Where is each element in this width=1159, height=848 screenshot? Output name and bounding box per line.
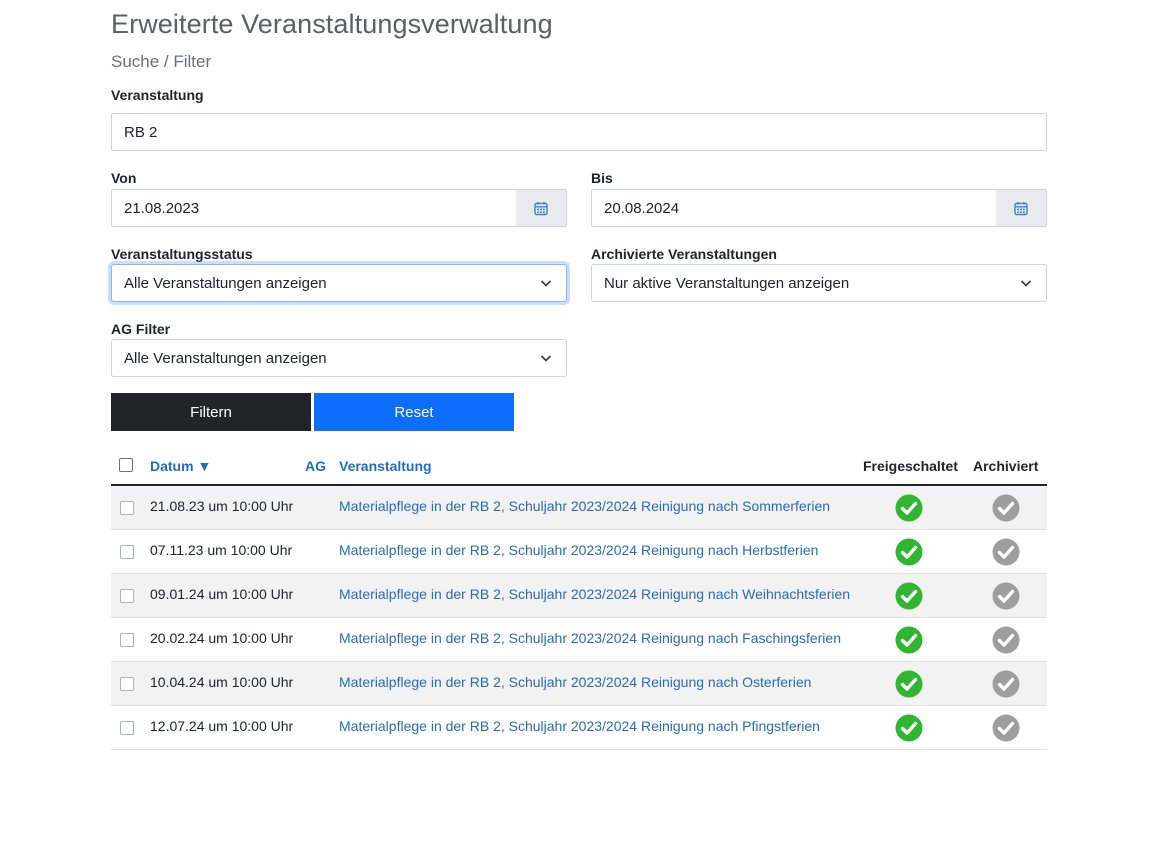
- table-row: 09.01.24 um 10:00 Uhr Materialpflege in d…: [111, 574, 1047, 618]
- table-body: 21.08.23 um 10:00 Uhr Materialpflege in d…: [111, 486, 1047, 750]
- row-archived-status: [992, 530, 1020, 574]
- check-circle-icon: [895, 626, 923, 654]
- to-date-input[interactable]: [591, 189, 997, 227]
- row-released-status: [895, 618, 923, 662]
- status-label: Veranstaltungsstatus: [111, 246, 253, 262]
- row-archived-status: [992, 574, 1020, 618]
- sort-by-event-header[interactable]: Veranstaltung: [339, 458, 432, 474]
- row-checkbox[interactable]: [120, 721, 134, 735]
- table-row: 20.02.24 um 10:00 Uhr Materialpflege in d…: [111, 618, 1047, 662]
- row-event-link[interactable]: Materialpflege in der RB 2, Schuljahr 20…: [339, 674, 811, 690]
- row-checkbox[interactable]: [120, 677, 134, 691]
- row-date: 12.07.24 um 10:00 Uhr: [150, 718, 294, 734]
- events-table: Datum ▼ AG Veranstaltung Freigeschaltet …: [111, 449, 1047, 750]
- status-select[interactable]: Alle Veranstaltungen anzeigen: [111, 264, 567, 302]
- event-label: Veranstaltung: [111, 87, 204, 103]
- row-archived-status: [992, 486, 1020, 530]
- table-row: 10.04.24 um 10:00 Uhr Materialpflege in d…: [111, 662, 1047, 706]
- to-date-label: Bis: [591, 170, 613, 186]
- check-circle-icon: [895, 582, 923, 610]
- check-circle-icon: [992, 538, 1020, 566]
- check-circle-icon: [992, 626, 1020, 654]
- check-circle-icon: [895, 494, 923, 522]
- calendar-icon: [1014, 201, 1028, 215]
- row-checkbox[interactable]: [120, 589, 134, 603]
- row-released-status: [895, 530, 923, 574]
- to-date-picker-button[interactable]: [996, 189, 1047, 227]
- row-released-status: [895, 574, 923, 618]
- row-event-link[interactable]: Materialpflege in der RB 2, Schuljahr 20…: [339, 718, 820, 734]
- row-checkbox[interactable]: [120, 501, 134, 515]
- ag-filter-label: AG Filter: [111, 321, 171, 337]
- row-event-link[interactable]: Materialpflege in der RB 2, Schuljahr 20…: [339, 586, 850, 602]
- table-row: 07.11.23 um 10:00 Uhr Materialpflege in d…: [111, 530, 1047, 574]
- row-date: 07.11.23 um 10:00 Uhr: [150, 542, 293, 558]
- row-date: 09.01.24 um 10:00 Uhr: [150, 586, 294, 602]
- released-header: Freigeschaltet: [863, 458, 958, 474]
- row-archived-status: [992, 618, 1020, 662]
- row-date: 20.02.24 um 10:00 Uhr: [150, 630, 294, 646]
- row-released-status: [895, 486, 923, 530]
- reset-button[interactable]: Reset: [314, 393, 514, 431]
- archived-label: Archivierte Veranstaltungen: [591, 246, 777, 262]
- from-date-label: Von: [111, 170, 137, 186]
- row-archived-status: [992, 706, 1020, 750]
- table-row: 12.07.24 um 10:00 Uhr Materialpflege in d…: [111, 706, 1047, 750]
- row-released-status: [895, 706, 923, 750]
- check-circle-icon: [992, 494, 1020, 522]
- status-select-value: Alle Veranstaltungen anzeigen: [124, 274, 327, 292]
- check-circle-icon: [992, 582, 1020, 610]
- archived-select[interactable]: Nur aktive Veranstaltungen anzeigen: [591, 264, 1047, 302]
- event-search-input[interactable]: [111, 113, 1047, 151]
- table-row: 21.08.23 um 10:00 Uhr Materialpflege in d…: [111, 486, 1047, 530]
- ag-filter-select-value: Alle Veranstaltungen anzeigen: [124, 349, 327, 367]
- ag-filter-select[interactable]: Alle Veranstaltungen anzeigen: [111, 339, 567, 377]
- row-date: 21.08.23 um 10:00 Uhr: [150, 498, 294, 514]
- chevron-down-icon: [1020, 280, 1032, 287]
- select-all-checkbox[interactable]: [119, 458, 133, 472]
- archived-header: Archiviert: [973, 458, 1039, 474]
- row-checkbox[interactable]: [120, 633, 134, 647]
- filter-button[interactable]: Filtern: [111, 393, 311, 431]
- check-circle-icon: [895, 538, 923, 566]
- archived-select-value: Nur aktive Veranstaltungen anzeigen: [604, 274, 850, 292]
- chevron-down-icon: [540, 355, 552, 362]
- check-circle-icon: [895, 670, 923, 698]
- row-archived-status: [992, 662, 1020, 706]
- row-event-link[interactable]: Materialpflege in der RB 2, Schuljahr 20…: [339, 498, 830, 514]
- table-header: Datum ▼ AG Veranstaltung Freigeschaltet …: [111, 449, 1047, 486]
- from-date-input[interactable]: [111, 189, 517, 227]
- check-circle-icon: [992, 714, 1020, 742]
- check-circle-icon: [992, 670, 1020, 698]
- page-subtitle: Suche / Filter: [111, 52, 212, 71]
- check-circle-icon: [895, 714, 923, 742]
- page-title: Erweiterte Veranstaltungsverwaltung: [111, 9, 553, 39]
- sort-by-ag-header[interactable]: AG: [305, 458, 326, 474]
- sort-by-date-header[interactable]: Datum ▼: [150, 458, 211, 474]
- row-event-link[interactable]: Materialpflege in der RB 2, Schuljahr 20…: [339, 542, 818, 558]
- row-checkbox[interactable]: [120, 545, 134, 559]
- row-date: 10.04.24 um 10:00 Uhr: [150, 674, 294, 690]
- chevron-down-icon: [540, 280, 552, 287]
- calendar-icon: [534, 201, 548, 215]
- row-released-status: [895, 662, 923, 706]
- from-date-picker-button[interactable]: [516, 189, 567, 227]
- row-event-link[interactable]: Materialpflege in der RB 2, Schuljahr 20…: [339, 630, 841, 646]
